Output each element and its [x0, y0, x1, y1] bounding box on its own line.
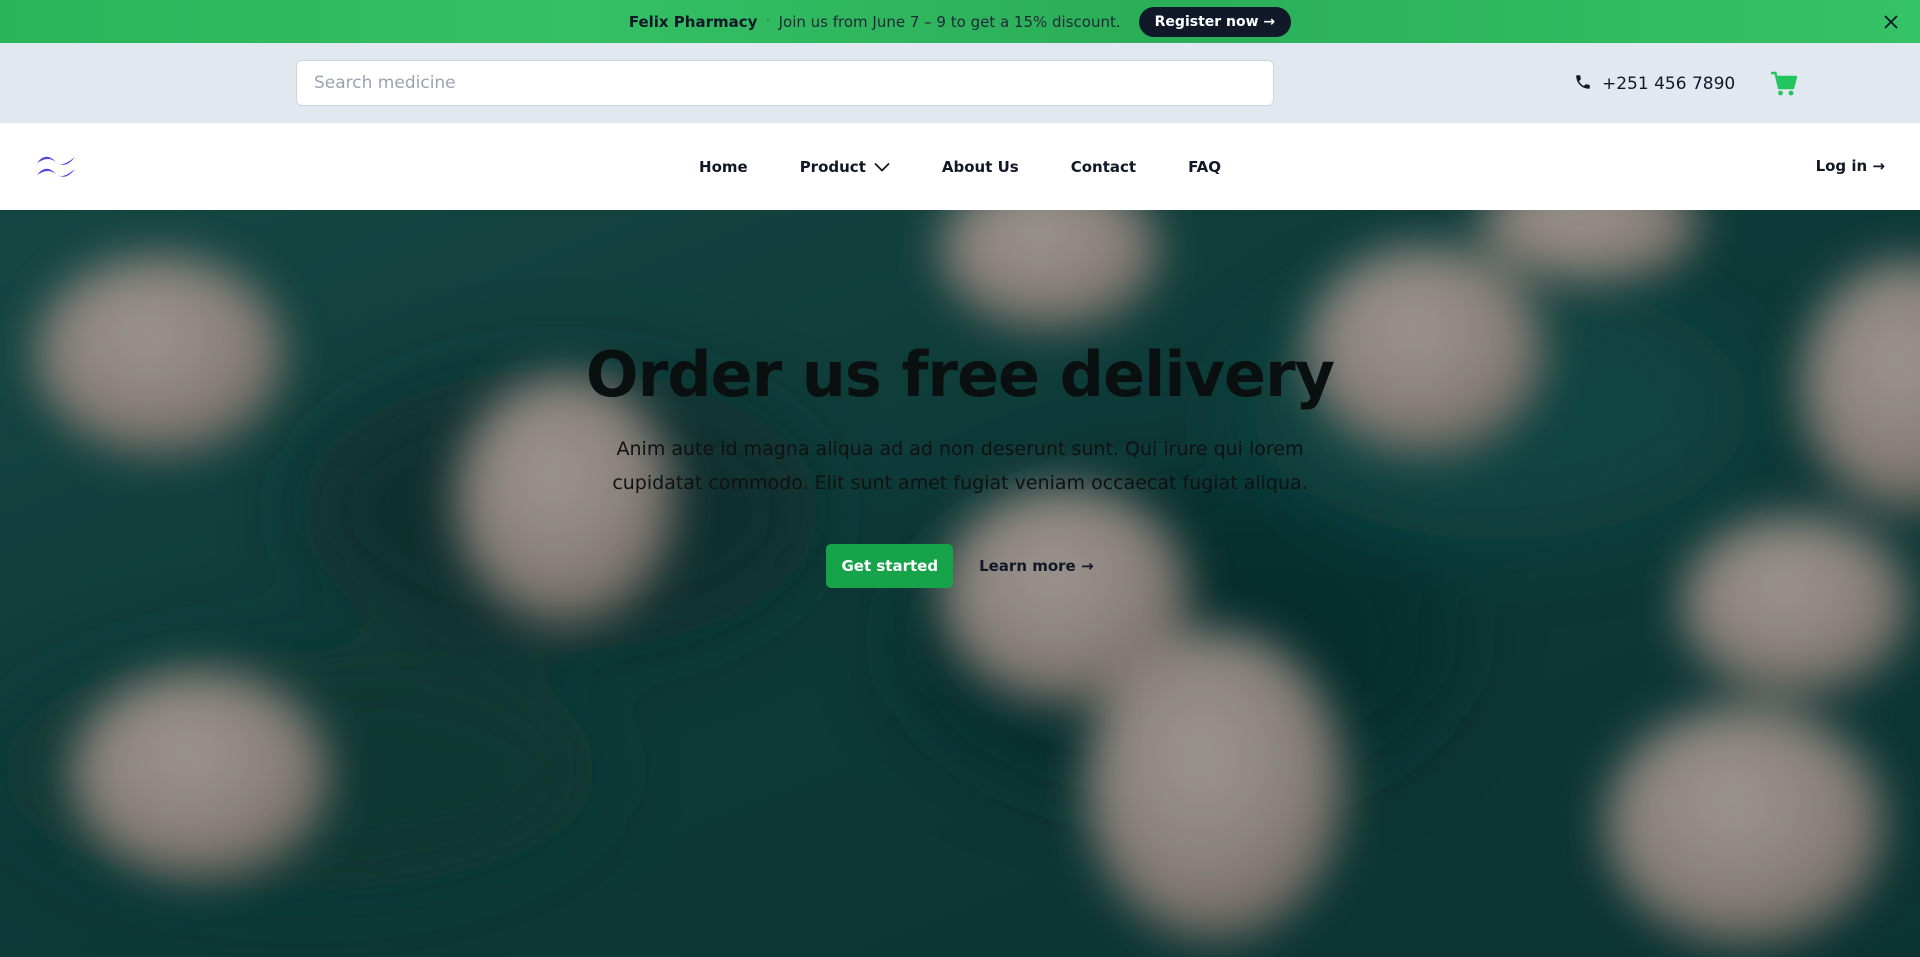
main-nav: Home Product About Us Contact FAQ Log in…: [0, 123, 1920, 210]
hero-title: Order us free delivery: [585, 338, 1335, 411]
hero-description: Anim aute id magna aliqua ad ad non dese…: [612, 438, 1308, 494]
banner-separator: ·: [766, 16, 770, 27]
nav-item-label: Home: [699, 157, 748, 176]
cart-icon[interactable]: [1770, 70, 1798, 98]
get-started-button[interactable]: Get started: [826, 544, 954, 588]
learn-more-link[interactable]: Learn more →: [979, 557, 1093, 575]
login-link[interactable]: Log in →: [1816, 157, 1885, 175]
nav-item-about[interactable]: About Us: [942, 158, 1019, 176]
hero-section: Order us free delivery Anim aute id magn…: [0, 210, 1920, 957]
phone-contact[interactable]: +251 456 7890: [1574, 71, 1735, 97]
nav-item-faq[interactable]: FAQ: [1188, 158, 1221, 176]
nav-item-label: FAQ: [1188, 157, 1221, 176]
nav-item-product[interactable]: Product: [800, 158, 890, 176]
nav-item-label: Contact: [1070, 157, 1137, 176]
nav-menu: Home Product About Us Contact FAQ: [0, 123, 1920, 210]
nav-item-contact[interactable]: Contact: [1071, 158, 1136, 176]
announcement-banner: Felix Pharmacy · Join us from June 7 – 9…: [0, 0, 1920, 43]
register-button[interactable]: Register now →: [1138, 6, 1292, 37]
nav-item-label: About Us: [941, 157, 1019, 176]
nav-item-home[interactable]: Home: [699, 158, 748, 176]
search-bar: +251 456 7890: [0, 43, 1920, 123]
banner-brand: Felix Pharmacy: [628, 12, 758, 31]
nav-item-label: Product: [799, 157, 866, 176]
phone-number: +251 456 7890: [1602, 74, 1736, 94]
search-input[interactable]: [296, 60, 1274, 106]
chevron-down-icon: [874, 158, 890, 176]
phone-icon: [1574, 73, 1592, 96]
hero-actions: Get started Learn more →: [0, 544, 1920, 588]
banner-promo-text: Join us from June 7 – 9 to get a 15% dis…: [778, 12, 1121, 31]
close-icon[interactable]: [1880, 11, 1902, 33]
